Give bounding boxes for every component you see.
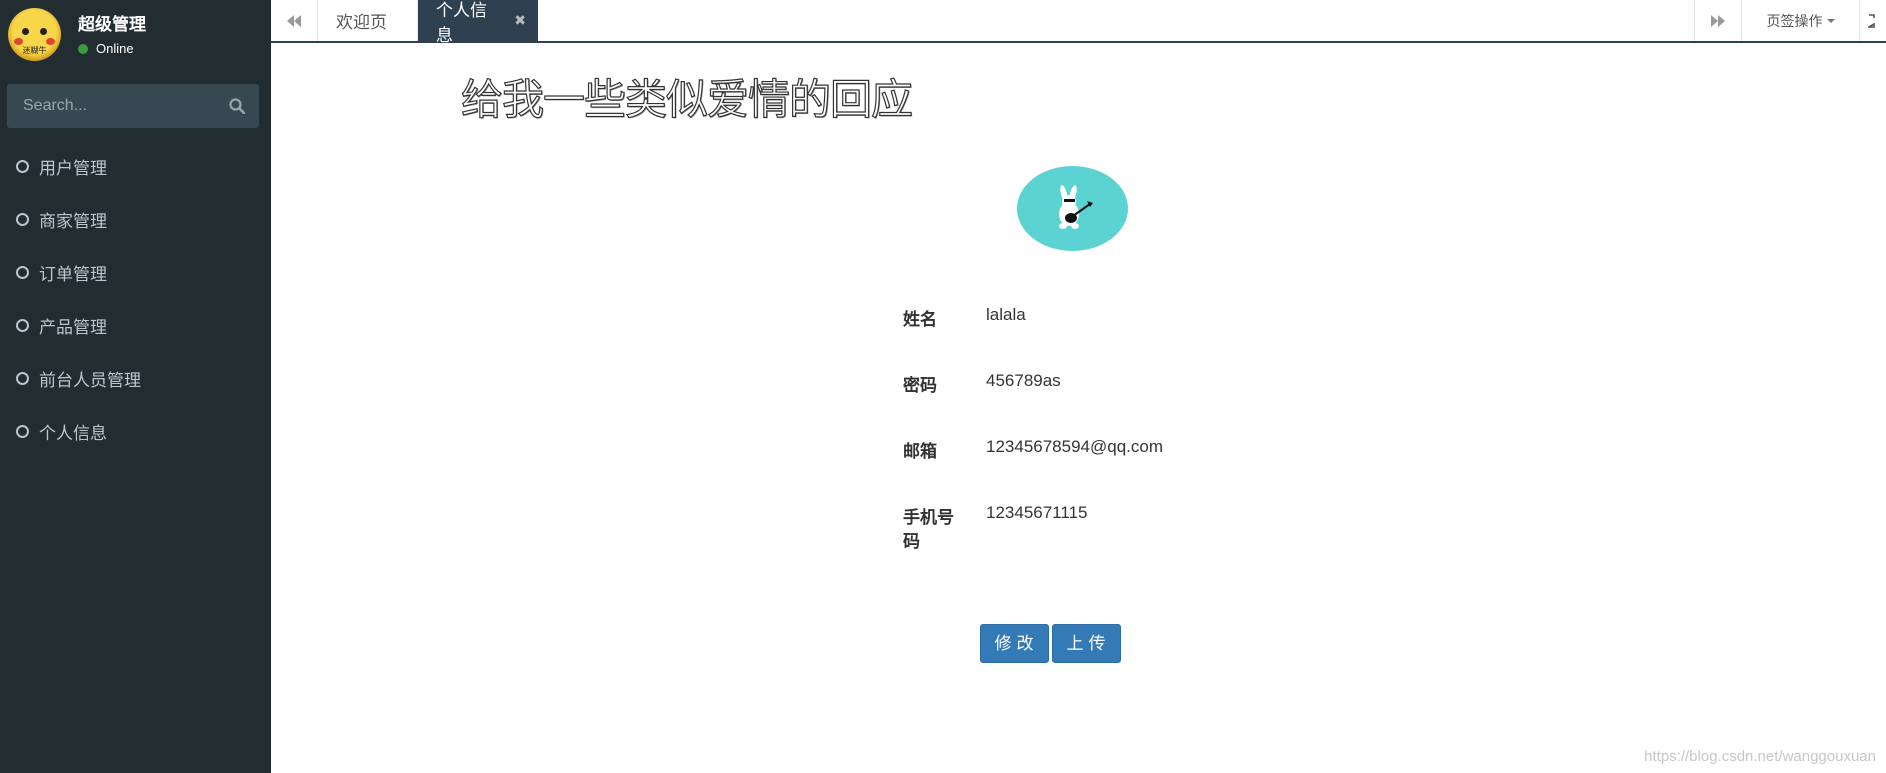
circle-icon <box>16 372 29 385</box>
avatar-cheek <box>46 38 55 45</box>
tab-profile[interactable]: 个人信息 ✖ <box>418 0 538 45</box>
field-value: 12345671115 <box>986 503 1088 522</box>
sidebar-item-label: 商家管理 <box>39 212 107 231</box>
sign-out-icon <box>1868 13 1875 28</box>
field-row-phone: 手机号码 12345671115 <box>903 503 1303 569</box>
tab-ops-dropdown[interactable]: 页签操作 <box>1741 0 1859 41</box>
caret-down-icon <box>1826 18 1835 23</box>
user-avatar[interactable]: 迷糊牛 <box>8 8 61 61</box>
watermark: https://blog.csdn.net/wanggouxuan <box>1644 748 1876 765</box>
field-row-email: 邮箱 12345678594@qq.com <box>903 437 1303 503</box>
field-value: 456789as <box>986 371 1061 390</box>
sidebar-item-users[interactable]: 用户管理 <box>0 140 271 193</box>
sidebar-search <box>7 84 259 128</box>
tab-bar: 欢迎页 个人信息 ✖ 页签操作 <box>271 0 1886 45</box>
avatar-cheek <box>14 38 23 45</box>
rabbit-guitar-icon <box>1059 185 1093 229</box>
profile-info: 姓名 lalala 密码 456789as 邮箱 12345678594@qq.… <box>903 305 1303 569</box>
circle-icon <box>16 213 29 226</box>
search-icon[interactable] <box>229 98 245 114</box>
edit-button[interactable]: 修改 <box>980 624 1049 663</box>
tab-label: 欢迎页 <box>336 13 387 32</box>
field-value: 12345678594@qq.com <box>986 437 1164 456</box>
close-icon[interactable]: ✖ <box>514 12 526 29</box>
field-label: 邮箱 <box>903 442 937 461</box>
profile-picture[interactable] <box>1017 166 1128 251</box>
sidebar: 迷糊牛 超级管理 Online 用户管理 商家管理 订单管理 产品管理 前台人员… <box>0 0 271 773</box>
sidebar-item-orders[interactable]: 订单管理 <box>0 246 271 299</box>
tab-ops-label: 页签操作 <box>1766 12 1823 29</box>
field-row-name: 姓名 lalala <box>903 305 1303 371</box>
tab-welcome[interactable]: 欢迎页 <box>318 0 418 41</box>
tab-label: 个人信息 <box>436 0 487 45</box>
circle-icon <box>16 319 29 332</box>
sign-out-button[interactable] <box>1859 0 1886 41</box>
sidebar-item-label: 产品管理 <box>39 318 107 337</box>
field-value: lalala <box>986 305 1026 324</box>
sidebar-item-label: 用户管理 <box>39 159 107 178</box>
sidebar-item-label: 个人信息 <box>39 424 107 443</box>
sidebar-item-profile[interactable]: 个人信息 <box>0 405 271 458</box>
field-label: 密码 <box>903 376 937 395</box>
sidebar-item-label: 前台人员管理 <box>39 371 141 390</box>
user-panel: 迷糊牛 超级管理 Online <box>0 0 271 70</box>
circle-icon <box>16 160 29 173</box>
user-name: 超级管理 <box>78 15 146 34</box>
double-chevron-right-icon <box>1711 14 1725 27</box>
tab-scroll-right-button[interactable] <box>1694 0 1741 41</box>
sidebar-item-frontdesk-staff[interactable]: 前台人员管理 <box>0 352 271 405</box>
field-row-password: 密码 456789as <box>903 371 1303 437</box>
sidebar-item-label: 订单管理 <box>39 265 107 284</box>
circle-icon <box>16 266 29 279</box>
online-status: Online <box>78 41 134 56</box>
sidebar-item-merchants[interactable]: 商家管理 <box>0 193 271 246</box>
page-slogan: 给我一些类似爱情的回应 <box>460 75 913 123</box>
search-input[interactable] <box>7 84 217 128</box>
sidebar-menu: 用户管理 商家管理 订单管理 产品管理 前台人员管理 个人信息 <box>0 140 271 458</box>
online-status-label: Online <box>96 41 134 56</box>
double-chevron-left-icon <box>287 14 301 27</box>
online-dot-icon <box>78 44 88 54</box>
tab-scroll-left-button[interactable] <box>271 0 318 41</box>
avatar-eye <box>22 28 29 35</box>
field-label: 姓名 <box>903 310 937 329</box>
avatar-tag: 迷糊牛 <box>22 46 47 55</box>
sidebar-item-products[interactable]: 产品管理 <box>0 299 271 352</box>
action-buttons: 修改 上传 <box>980 624 1124 663</box>
upload-button[interactable]: 上传 <box>1052 624 1121 663</box>
circle-icon <box>16 425 29 438</box>
avatar-eye <box>40 28 47 35</box>
field-label: 手机号码 <box>903 508 954 551</box>
